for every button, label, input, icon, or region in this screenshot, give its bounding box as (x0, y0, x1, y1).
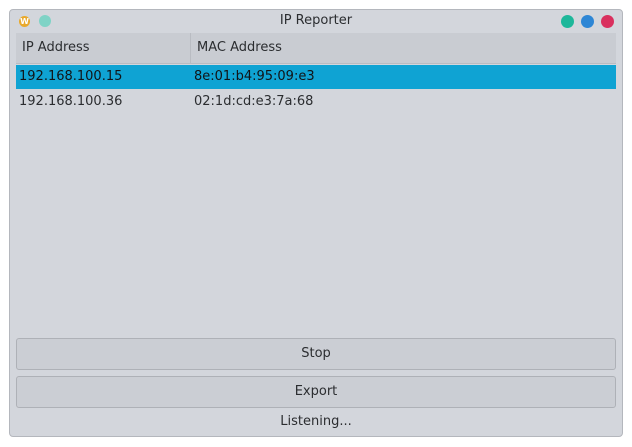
minimize-icon[interactable] (561, 15, 574, 28)
export-button[interactable]: Export (16, 376, 616, 408)
close-icon[interactable] (601, 15, 614, 28)
column-header-ip-address[interactable]: IP Address (16, 33, 191, 63)
table-row[interactable]: 192.168.100.15 8e:01:b4:95:09:e3 (16, 65, 616, 89)
maximize-icon[interactable] (581, 15, 594, 28)
device-table[interactable]: IP Address MAC Address 192.168.100.15 8e… (16, 33, 616, 337)
app-window: W IP Reporter IP Address MAC Address 192… (9, 9, 623, 437)
column-header-mac-address[interactable]: MAC Address (191, 33, 616, 63)
window-title: IP Reporter (279, 13, 353, 28)
stop-button[interactable]: Stop (16, 338, 616, 370)
table-header: IP Address MAC Address (16, 33, 616, 64)
table-row[interactable]: 192.168.100.36 02:1d:cd:e3:7a:68 (16, 90, 616, 114)
mac-address-cell: 02:1d:cd:e3:7a:68 (194, 94, 314, 109)
title-bar: W IP Reporter (10, 10, 622, 33)
ip-address-cell: 192.168.100.15 (19, 69, 123, 84)
ip-address-cell: 192.168.100.36 (19, 94, 123, 109)
status-label: Listening... (280, 414, 352, 429)
mac-address-cell: 8e:01:b4:95:09:e3 (194, 69, 315, 84)
